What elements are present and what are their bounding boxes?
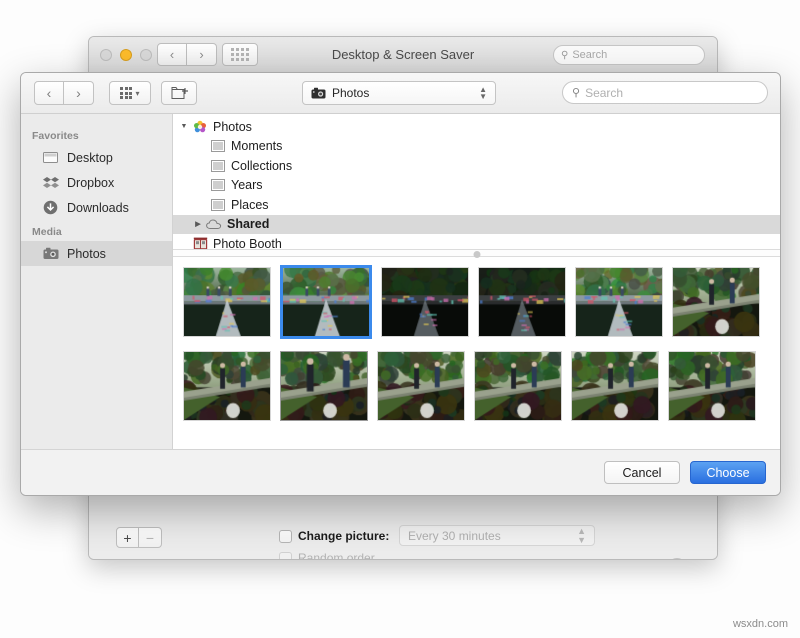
sheet-search-placeholder: Search [585,86,623,100]
help-button[interactable]: ? [667,558,687,560]
pane-splitter[interactable] [173,249,780,257]
tree-row-label: Years [231,178,263,192]
sheet-search-field[interactable]: ⚲ Search [562,81,768,104]
album-icon [209,199,227,211]
sidebar-item-dropbox[interactable]: Dropbox [21,170,172,195]
sidebar-item-label: Downloads [67,201,129,215]
screenshot-root: ‹ › Desktop & Screen Saver ⚲ Search + − … [0,0,800,638]
change-picture-checkbox[interactable] [279,530,292,543]
tree-row-label: Moments [231,139,282,153]
search-icon: ⚲ [572,86,580,99]
sheet-nav-group: ‹ › [34,81,94,105]
sheet-right-pane: ▼ Photos [173,114,780,449]
chevron-updown-icon: ▲▼ [577,527,586,545]
photo-thumbnail-selected[interactable] [280,265,372,339]
sidebar-item-downloads[interactable]: Downloads [21,195,172,220]
sidebar-item-label: Desktop [67,151,113,165]
add-remove-folder-group: + − [116,527,162,548]
camera-icon [311,87,326,99]
prefs-search-placeholder: Search [572,49,607,61]
cancel-button[interactable]: Cancel [604,461,680,484]
photo-thumbnail[interactable] [668,351,756,421]
photo-thumbnail[interactable] [575,267,663,337]
sidebar-item-desktop[interactable]: Desktop [21,145,172,170]
change-picture-row: Change picture: [279,529,389,543]
tree-row-label: Places [231,198,269,212]
photo-thumbnail[interactable] [183,351,271,421]
random-order-label: Random order [298,551,375,560]
chevron-down-icon: ▾ [135,89,139,98]
sheet-footer: Cancel Choose [21,449,780,495]
choose-button[interactable]: Choose [690,461,766,484]
photo-thumbnail[interactable] [183,267,271,337]
change-picture-interval-value: Every 30 minutes [408,529,501,543]
add-folder-button[interactable]: + [116,527,139,548]
new-folder-icon [171,86,188,100]
sidebar-header-favorites: Favorites [21,124,172,145]
photo-thumbnail-grid [173,257,780,449]
sidebar-section-media: Media Photos [21,220,172,266]
sheet-toolbar: ‹ › ▾ [21,73,780,114]
album-icon [209,140,227,152]
downloads-icon [43,200,60,215]
new-folder-button[interactable] [161,81,197,105]
tree-row-label: Photos [213,120,252,134]
photo-thumbnail[interactable] [571,351,659,421]
cloud-icon [205,219,223,230]
remove-folder-button[interactable]: − [139,527,162,548]
tree-row[interactable]: Collections [173,156,780,176]
sheet-sidebar: Favorites Desktop [21,114,173,449]
album-icon [209,160,227,172]
grid-view-icon [120,87,132,99]
photos-camera-icon [43,247,60,260]
sidebar-header-media: Media [21,220,172,241]
sidebar-item-photos[interactable]: Photos [21,241,172,266]
album-icon [209,179,227,191]
photo-thumbnail[interactable] [672,267,760,337]
photo-thumbnail[interactable] [377,351,465,421]
photo-thumbnail[interactable] [381,267,469,337]
disclosure-triangle-icon[interactable]: ▶ [191,220,205,228]
tree-row-label: Shared [227,217,269,231]
random-order-row: Random order [279,551,375,560]
desktop-icon [43,151,60,164]
photo-thumbnail[interactable] [478,267,566,337]
photos-source-tree: ▼ Photos [173,114,780,249]
change-picture-label: Change picture: [298,529,389,543]
photo-booth-icon [191,237,209,249]
search-icon: ⚲ [561,50,568,61]
photo-thumbnail-focused[interactable] [280,351,368,421]
photos-app-icon [191,120,209,134]
sheet-back-button[interactable]: ‹ [34,81,64,105]
tree-row-label: Collections [231,159,292,173]
prefs-titlebar: ‹ › Desktop & Screen Saver ⚲ Search [89,37,717,73]
sheet-main: Favorites Desktop [21,114,780,449]
tree-row[interactable]: ▼ Photos [173,117,780,137]
tree-row[interactable]: Moments [173,137,780,157]
sidebar-item-label: Dropbox [67,176,114,190]
sidebar-item-label: Photos [67,247,106,261]
chevron-updown-icon: ▲▼ [479,86,487,100]
tree-row-photo-booth[interactable]: Photo Booth [173,234,780,249]
thumbnail-row [173,267,780,339]
tree-row[interactable]: Places [173,195,780,215]
disclosure-triangle-icon[interactable]: ▼ [177,123,191,130]
change-picture-interval-popup[interactable]: Every 30 minutes ▲▼ [399,525,595,546]
thumbnail-row [173,351,780,421]
prefs-search-field[interactable]: ⚲ Search [553,45,705,65]
photo-thumbnail[interactable] [474,351,562,421]
random-order-checkbox[interactable] [279,552,292,561]
location-popup-label: Photos [332,86,369,100]
sidebar-section-favorites: Favorites Desktop [21,124,172,220]
view-options-button[interactable]: ▾ [109,81,151,105]
tree-row-label: Photo Booth [213,237,282,249]
sheet-forward-button[interactable]: › [64,81,94,105]
photo-picker-sheet: ‹ › ▾ [20,72,781,496]
tree-row[interactable]: Years [173,176,780,196]
watermark: wsxdn.com [733,618,788,630]
tree-row-shared[interactable]: ▶ Shared [173,215,780,235]
location-popup-button[interactable]: Photos ▲▼ [302,81,496,105]
dropbox-icon [43,176,60,190]
splitter-handle[interactable] [473,251,480,258]
